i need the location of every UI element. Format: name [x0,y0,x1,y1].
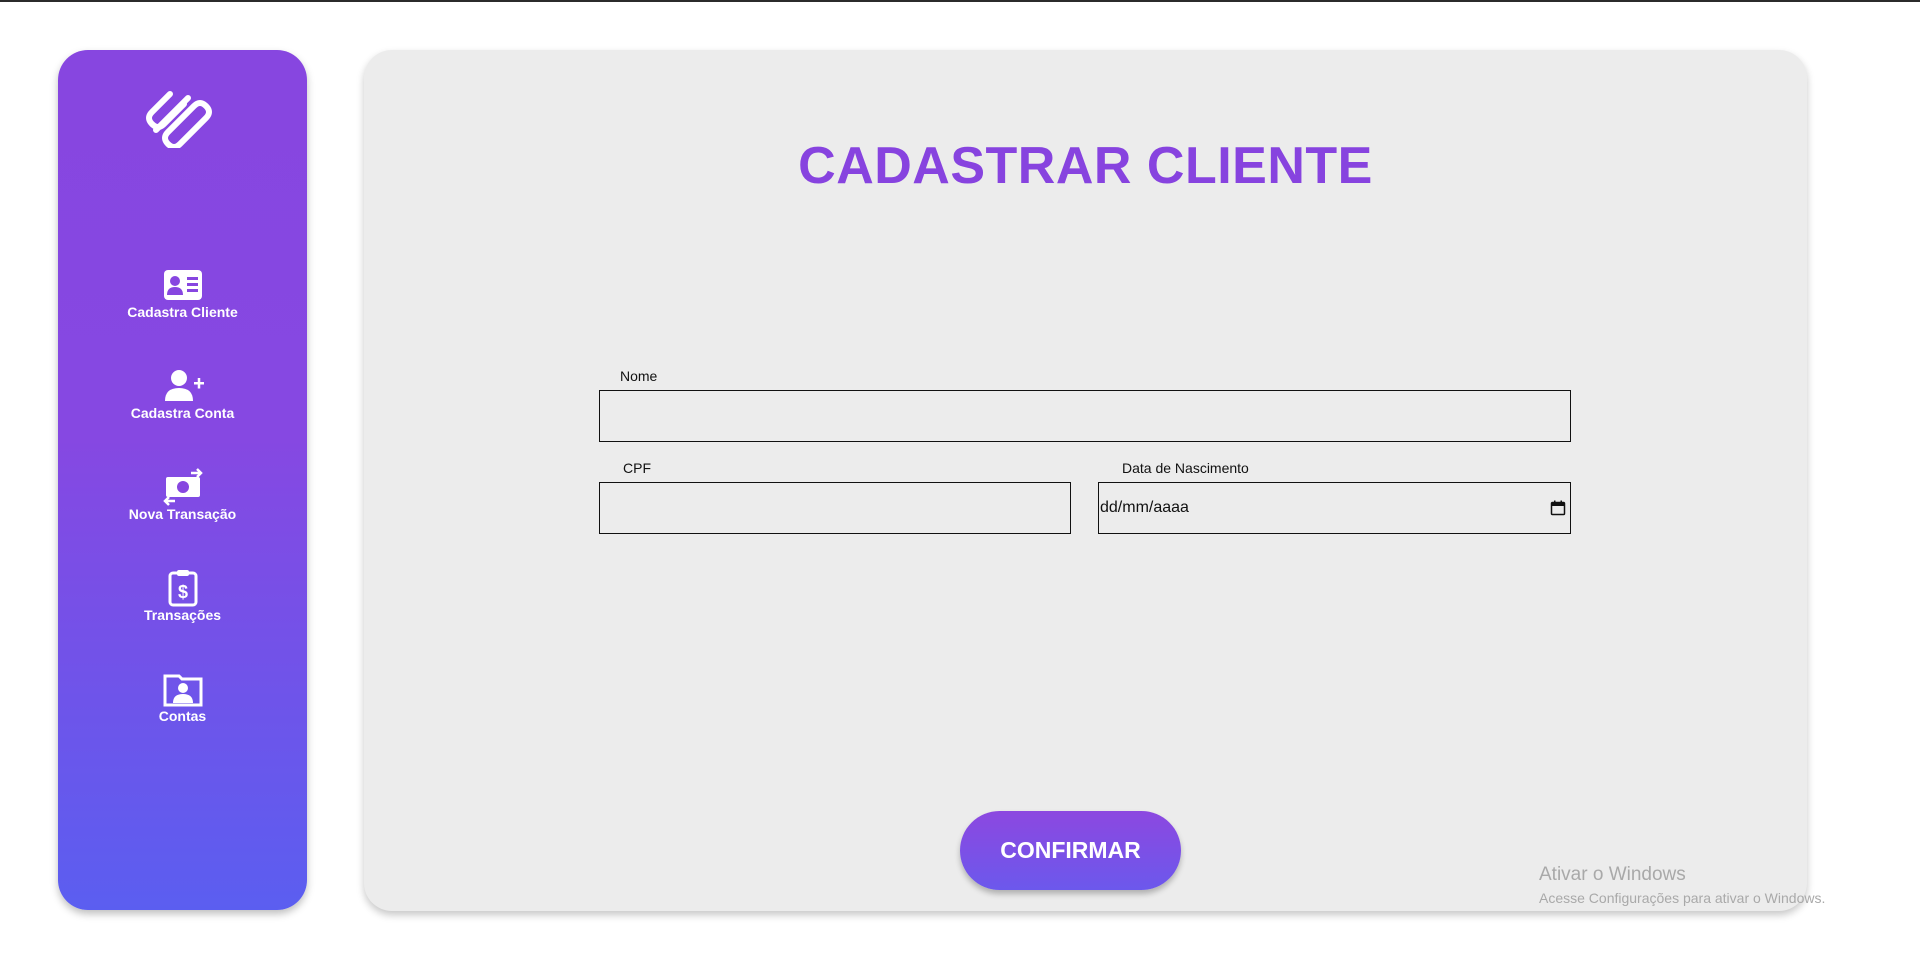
user-folder-icon [163,674,202,707]
sidebar-item-nova-transacao[interactable]: Nova Transação [58,468,307,538]
calendar-icon[interactable] [1550,500,1566,516]
nome-input[interactable] [599,390,1571,442]
sidebar-item-label: Contas [158,708,207,724]
cpf-label: CPF [623,460,651,476]
sidebar-item-label: Transações [143,607,222,623]
sidebar-item-contas[interactable]: Contas [58,670,307,740]
watermark-subtitle: Acesse Configurações para ativar o Windo… [1539,890,1826,906]
confirm-button[interactable]: CONFIRMAR [960,811,1181,890]
paperclip-logo-icon[interactable] [146,88,218,148]
nome-label: Nome [620,368,658,384]
watermark-title: Ativar o Windows [1539,864,1686,885]
user-plus-icon [164,370,204,401]
clipboard-dollar-icon: $ [168,570,197,607]
birthdate-value: dd/mm/aaaa [1100,499,1189,516]
sidebar-item-transacoes[interactable]: $ Transações [58,569,307,639]
page-title: CADASTRAR CLIENTE [798,137,1373,195]
sidebar-item-label: Cadastra Cliente [127,304,238,320]
id-card-icon [163,270,202,300]
form-panel: CADASTRAR CLIENTE Nome CPF Data de Nasci… [364,50,1807,911]
birthdate-input[interactable]: dd/mm/aaaa [1098,482,1571,534]
sidebar-item-label: Cadastra Conta [130,405,235,421]
sidebar-item-label: Nova Transação [128,506,237,522]
sidebar-item-cadastra-cliente[interactable]: Cadastra Cliente [58,266,307,336]
windows-activation-watermark: Ativar o Windows Acesse Configurações pa… [1539,864,1825,906]
sidebar-item-cadastra-conta[interactable]: Cadastra Conta [58,367,307,437]
window-top-border [0,0,1920,2]
cpf-input[interactable] [599,482,1071,534]
sidebar: Cadastra Cliente Cadastra Conta Nova Tra… [58,50,307,910]
money-transfer-icon [162,468,203,506]
svg-text:$: $ [177,582,187,602]
birthdate-label: Data de Nascimento [1122,460,1249,476]
